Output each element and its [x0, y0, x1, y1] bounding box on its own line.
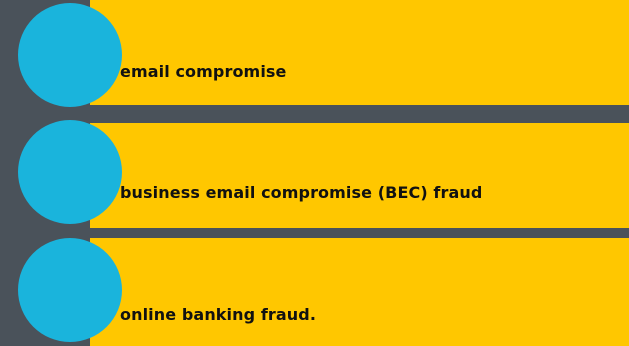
list-item-online-banking-fraud: online banking fraud.	[90, 238, 629, 346]
list-item-bec-fraud: business email compromise (BEC) fraud	[90, 123, 629, 228]
bullet-circle-icon	[18, 120, 122, 224]
list-item-label: business email compromise (BEC) fraud	[120, 183, 483, 202]
list-item-email-compromise: email compromise	[90, 0, 629, 105]
list-item-label: email compromise	[120, 62, 287, 81]
bullet-circle-icon	[18, 238, 122, 342]
list-item-label: online banking fraud.	[120, 305, 317, 324]
bullet-circle-icon	[18, 3, 122, 107]
